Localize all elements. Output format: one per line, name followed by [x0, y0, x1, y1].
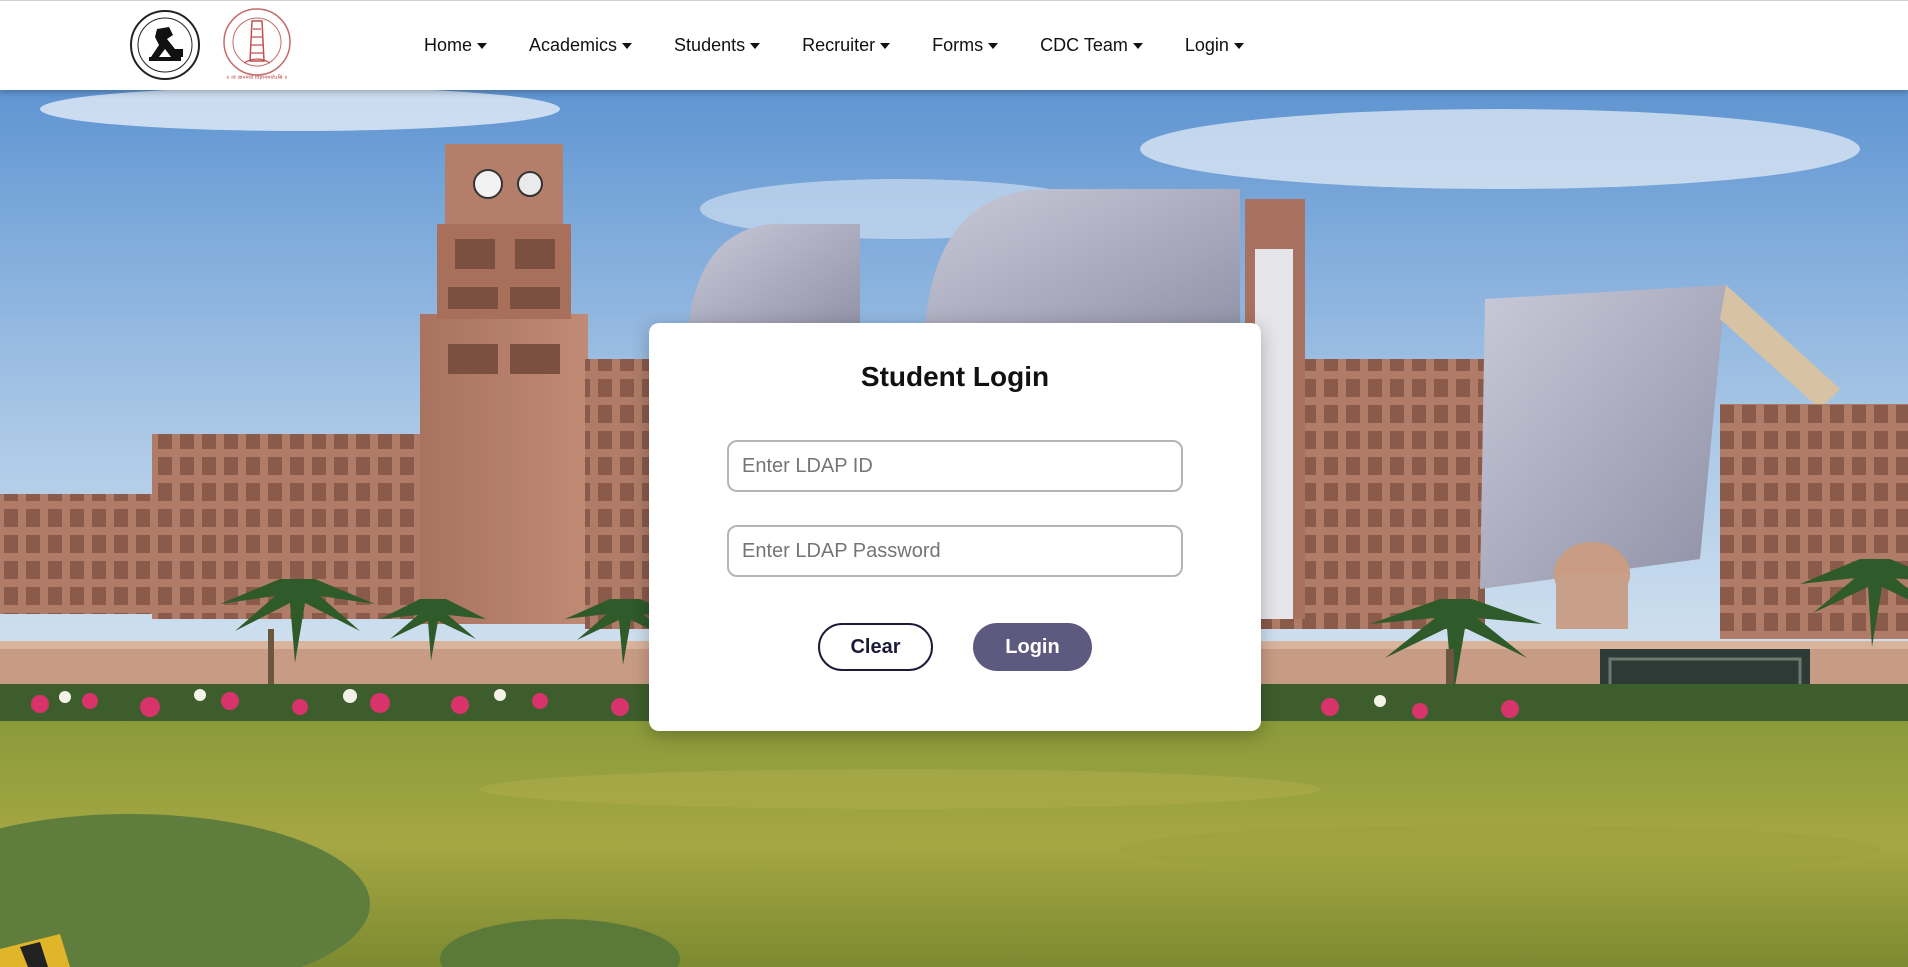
- caret-down-icon: [1132, 42, 1143, 49]
- caret-down-icon: [622, 42, 633, 49]
- nav-item-label: Home: [424, 35, 473, 55]
- caret-down-icon: [880, 42, 891, 49]
- logo-motto: ॥ त्वं ज्ञानमयो विज्ञानमयोऽसि ॥: [226, 75, 288, 81]
- login-title: Student Login: [860, 361, 1050, 392]
- caret-down-icon: [1233, 42, 1244, 49]
- nav-item-label: Students: [674, 35, 746, 55]
- iit-logo[interactable]: [222, 7, 292, 77]
- ldap-password-input[interactable]: [727, 525, 1183, 577]
- ldap-id-input[interactable]: [727, 440, 1183, 492]
- nav-item-forms[interactable]: Forms: [932, 35, 999, 56]
- nav-item-login[interactable]: Login: [1185, 35, 1244, 56]
- nav-item-academics[interactable]: Academics: [529, 35, 633, 56]
- student-login-card: Student Login Clear Login: [649, 323, 1261, 731]
- main-nav-menu: Home Academics Students Recruiter Forms …: [424, 1, 1286, 90]
- caret-down-icon: [988, 42, 999, 49]
- nav-item-home[interactable]: Home: [424, 35, 488, 56]
- caret-down-icon: [750, 42, 761, 49]
- nav-item-recruiter[interactable]: Recruiter: [802, 35, 891, 56]
- nav-item-label: Recruiter: [802, 35, 876, 55]
- clear-button[interactable]: Clear: [818, 623, 933, 671]
- nav-item-label: CDC Team: [1040, 35, 1128, 55]
- nav-item-students[interactable]: Students: [674, 35, 761, 56]
- cdc-logo[interactable]: [129, 9, 201, 81]
- login-button[interactable]: Login: [973, 623, 1092, 671]
- nav-item-label: Academics: [529, 35, 618, 55]
- caret-down-icon: [477, 42, 488, 49]
- top-navbar: ॥ त्वं ज्ञानमयो विज्ञानमयोऽसि ॥ Home Aca…: [0, 0, 1908, 90]
- nav-item-label: Login: [1184, 35, 1229, 55]
- nav-item-cdc-team[interactable]: CDC Team: [1040, 35, 1143, 56]
- nav-item-label: Forms: [932, 35, 984, 55]
